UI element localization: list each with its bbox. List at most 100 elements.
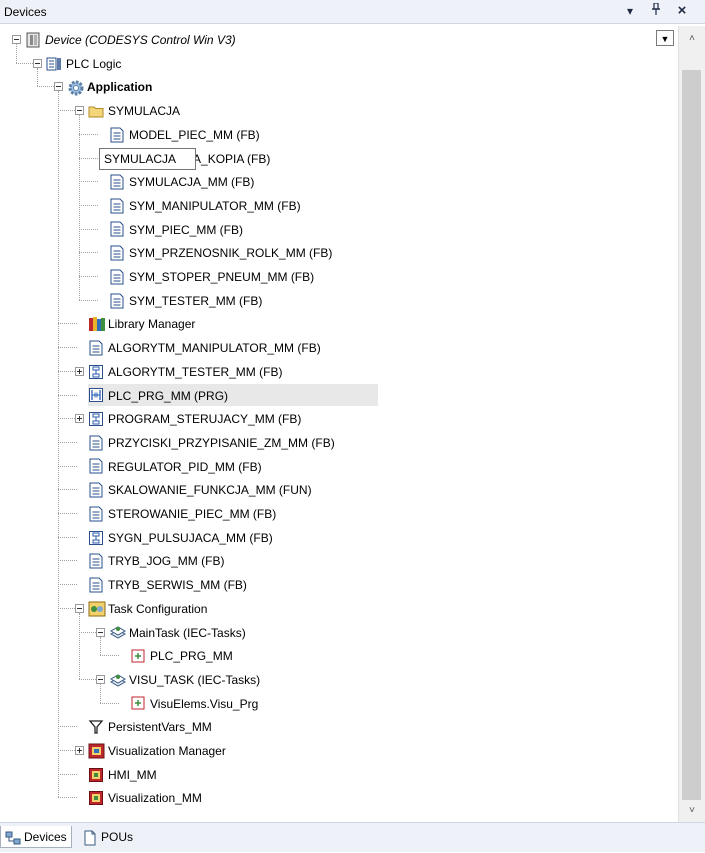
tree-item[interactable]: SYGN_PULSUJACA_MM (FB) xyxy=(88,526,273,548)
tree-item[interactable]: PLC Logic xyxy=(46,52,121,74)
panel-title: Devices xyxy=(4,5,47,19)
tree-dropdown-button[interactable]: ▼ xyxy=(656,30,674,46)
visualization-icon xyxy=(88,790,104,806)
tree-item-label: TRYB_SERWIS_MM (FB) xyxy=(108,577,247,592)
tree-item[interactable]: Device (CODESYS Control Win V3) xyxy=(25,28,236,50)
tree-connector-horizontal xyxy=(79,276,98,277)
tree-item[interactable]: SYMULACJA_MM (FB) xyxy=(109,170,254,192)
scroll-up-icon[interactable]: ˄ xyxy=(679,30,705,47)
tree-item[interactable]: Library Manager xyxy=(88,312,195,334)
tree-item[interactable]: TRYB_JOG_MM (FB) xyxy=(88,549,224,571)
tree-item-label: SYM_STOPER_PNEUM_MM (FB) xyxy=(129,269,315,284)
tree-connector-horizontal xyxy=(58,560,77,562)
collapse-icon[interactable] xyxy=(75,603,84,613)
library-books-icon xyxy=(88,316,105,332)
tree-item-label: SYM_MANIPULATOR_MM (FB) xyxy=(129,198,301,213)
tree-item[interactable]: Task Configuration xyxy=(88,597,207,619)
pou-st-icon xyxy=(109,269,125,285)
tree-item[interactable]: REGULATOR_PID_MM (FB) xyxy=(88,455,262,477)
tree-item[interactable]: SYM_PRZENOSNIK_ROLK_MM (FB) xyxy=(109,241,332,263)
tree-connector-horizontal xyxy=(58,536,77,538)
tree-item[interactable]: PLC_PRG_MM xyxy=(130,644,233,666)
panel-menu-dropdown-icon[interactable]: ▾ xyxy=(622,3,638,19)
tree-item[interactable]: VISU_TASK (IEC-Tasks) xyxy=(109,668,260,690)
vertical-scrollbar[interactable]: ˄ ˅ xyxy=(678,26,705,822)
collapse-icon[interactable] xyxy=(75,106,84,116)
tree-connector-vertical xyxy=(79,612,80,679)
tree-item[interactable]: SYM_PIEC_MM (FB) xyxy=(109,218,243,240)
pou-sfc-icon xyxy=(88,364,104,380)
tree-connector-horizontal xyxy=(58,465,77,467)
pou-st-icon xyxy=(88,435,104,451)
tree-item-label: REGULATOR_PID_MM (FB) xyxy=(108,459,262,474)
tree-item[interactable]: SKALOWANIE_FUNKCJA_MM (FUN) xyxy=(88,478,312,500)
collapse-icon[interactable] xyxy=(96,627,105,637)
tree-item[interactable]: ALGORYTM_TESTER_MM (FB) xyxy=(88,360,282,382)
tree-item[interactable]: SYMULACJA xyxy=(88,99,180,121)
tree-connector-horizontal xyxy=(79,252,98,254)
tree-item[interactable]: PersistentVars_MM xyxy=(88,715,212,737)
tree-item[interactable]: SYM_MANIPULATOR_MM (FB) xyxy=(109,194,301,216)
tree-connector-vertical xyxy=(16,44,17,63)
collapse-icon[interactable] xyxy=(96,674,105,684)
pou-st-icon xyxy=(88,506,104,522)
collapse-icon[interactable] xyxy=(12,35,21,44)
tree-item[interactable]: VisuElems.Visu_Prg xyxy=(130,692,258,714)
tree-item[interactable]: PRZYCISKI_PRZYPISANIE_ZM_MM (FB) xyxy=(88,431,335,453)
tree-connector-vertical xyxy=(100,683,101,703)
scroll-thumb[interactable] xyxy=(682,70,701,800)
tree-item-label: SYM_TESTER_MM (FB) xyxy=(129,293,263,308)
tree-item[interactable]: HMI_MM xyxy=(88,763,157,785)
tree-connector-vertical xyxy=(79,115,80,300)
tree-item[interactable]: SYM_STOPER_PNEUM_MM (FB) xyxy=(109,265,314,287)
bottom-tab-bar: Devices POUs xyxy=(0,822,705,852)
tree-item[interactable]: Visualization Manager xyxy=(88,739,226,761)
tree-item-label: SYM_PIEC_MM (FB) xyxy=(129,222,244,237)
tree-connector-horizontal xyxy=(79,133,98,135)
devices-tab-icon xyxy=(5,830,21,846)
device-tree: Device (CODESYS Control Win V3) PLC Logic… xyxy=(0,26,678,822)
tree-item[interactable]: TRYB_SERWIS_MM (FB) xyxy=(88,573,247,595)
collapse-icon[interactable] xyxy=(54,82,63,92)
folder-icon xyxy=(88,103,104,119)
tree-connector-horizontal xyxy=(58,347,77,349)
panel-pin-icon[interactable] xyxy=(648,2,664,19)
tree-item[interactable]: PROGRAM_STERUJACY_MM (FB) xyxy=(88,407,301,429)
tree-item-label: SYMULACJA_MM (FB) xyxy=(129,175,255,190)
pou-st-icon xyxy=(109,221,125,237)
tree-item-label: Visualization_MM xyxy=(108,791,202,806)
expand-icon[interactable] xyxy=(75,366,84,376)
scroll-down-icon[interactable]: ˅ xyxy=(679,802,705,819)
panel-close-icon[interactable]: × xyxy=(674,3,690,19)
tree-item[interactable]: Visualization_MM xyxy=(88,786,202,808)
tree-item[interactable]: ALGORYTM_MANIPULATOR_MM (FB) xyxy=(88,336,321,358)
tree-item[interactable]: SYM_TESTER_MM (FB) xyxy=(109,289,262,311)
devices-panel-titlebar: Devices ▾ × xyxy=(0,0,705,24)
tree-item[interactable]: MODEL_PIEC_MM (FB) xyxy=(109,123,260,145)
expand-icon[interactable] xyxy=(75,746,84,755)
pou-st-icon xyxy=(109,198,125,214)
tree-item-label: PLC_PRG_MM (PRG) xyxy=(108,388,229,403)
tree-connector-horizontal xyxy=(58,394,77,396)
tree-connector-horizontal xyxy=(100,702,119,704)
tab-devices[interactable]: Devices xyxy=(0,826,72,848)
pou-st-icon xyxy=(109,174,125,190)
device-icon xyxy=(25,32,41,48)
tree-connector-horizontal xyxy=(58,797,77,799)
tree-item[interactable]: Application xyxy=(67,75,152,97)
expand-icon[interactable] xyxy=(75,414,84,424)
tree-item-label: STEROWANIE_PIEC_MM (FB) xyxy=(108,506,277,521)
tree-item-label: ALGORYTM_TESTER_MM (FB) xyxy=(108,364,283,379)
tree-connector-horizontal xyxy=(79,181,98,183)
collapse-icon[interactable] xyxy=(33,58,42,68)
tree-item-label: SYM_PRZENOSNIK_ROLK_MM (FB) xyxy=(129,246,333,261)
pou-st-icon xyxy=(88,577,104,593)
tree-item[interactable]: MainTask (IEC-Tasks) xyxy=(109,621,246,643)
tree-item[interactable]: PLC_PRG_MM (PRG) xyxy=(88,383,378,406)
tree-item[interactable]: STEROWANIE_PIEC_MM (FB) xyxy=(88,502,276,524)
tab-pous[interactable]: POUs xyxy=(78,826,137,848)
task-icon xyxy=(109,624,127,640)
tree-item-label: PRZYCISKI_PRZYPISANIE_ZM_MM (FB) xyxy=(108,435,335,450)
tree-connector-vertical xyxy=(100,636,101,656)
tab-pous-label: POUs xyxy=(101,830,134,844)
